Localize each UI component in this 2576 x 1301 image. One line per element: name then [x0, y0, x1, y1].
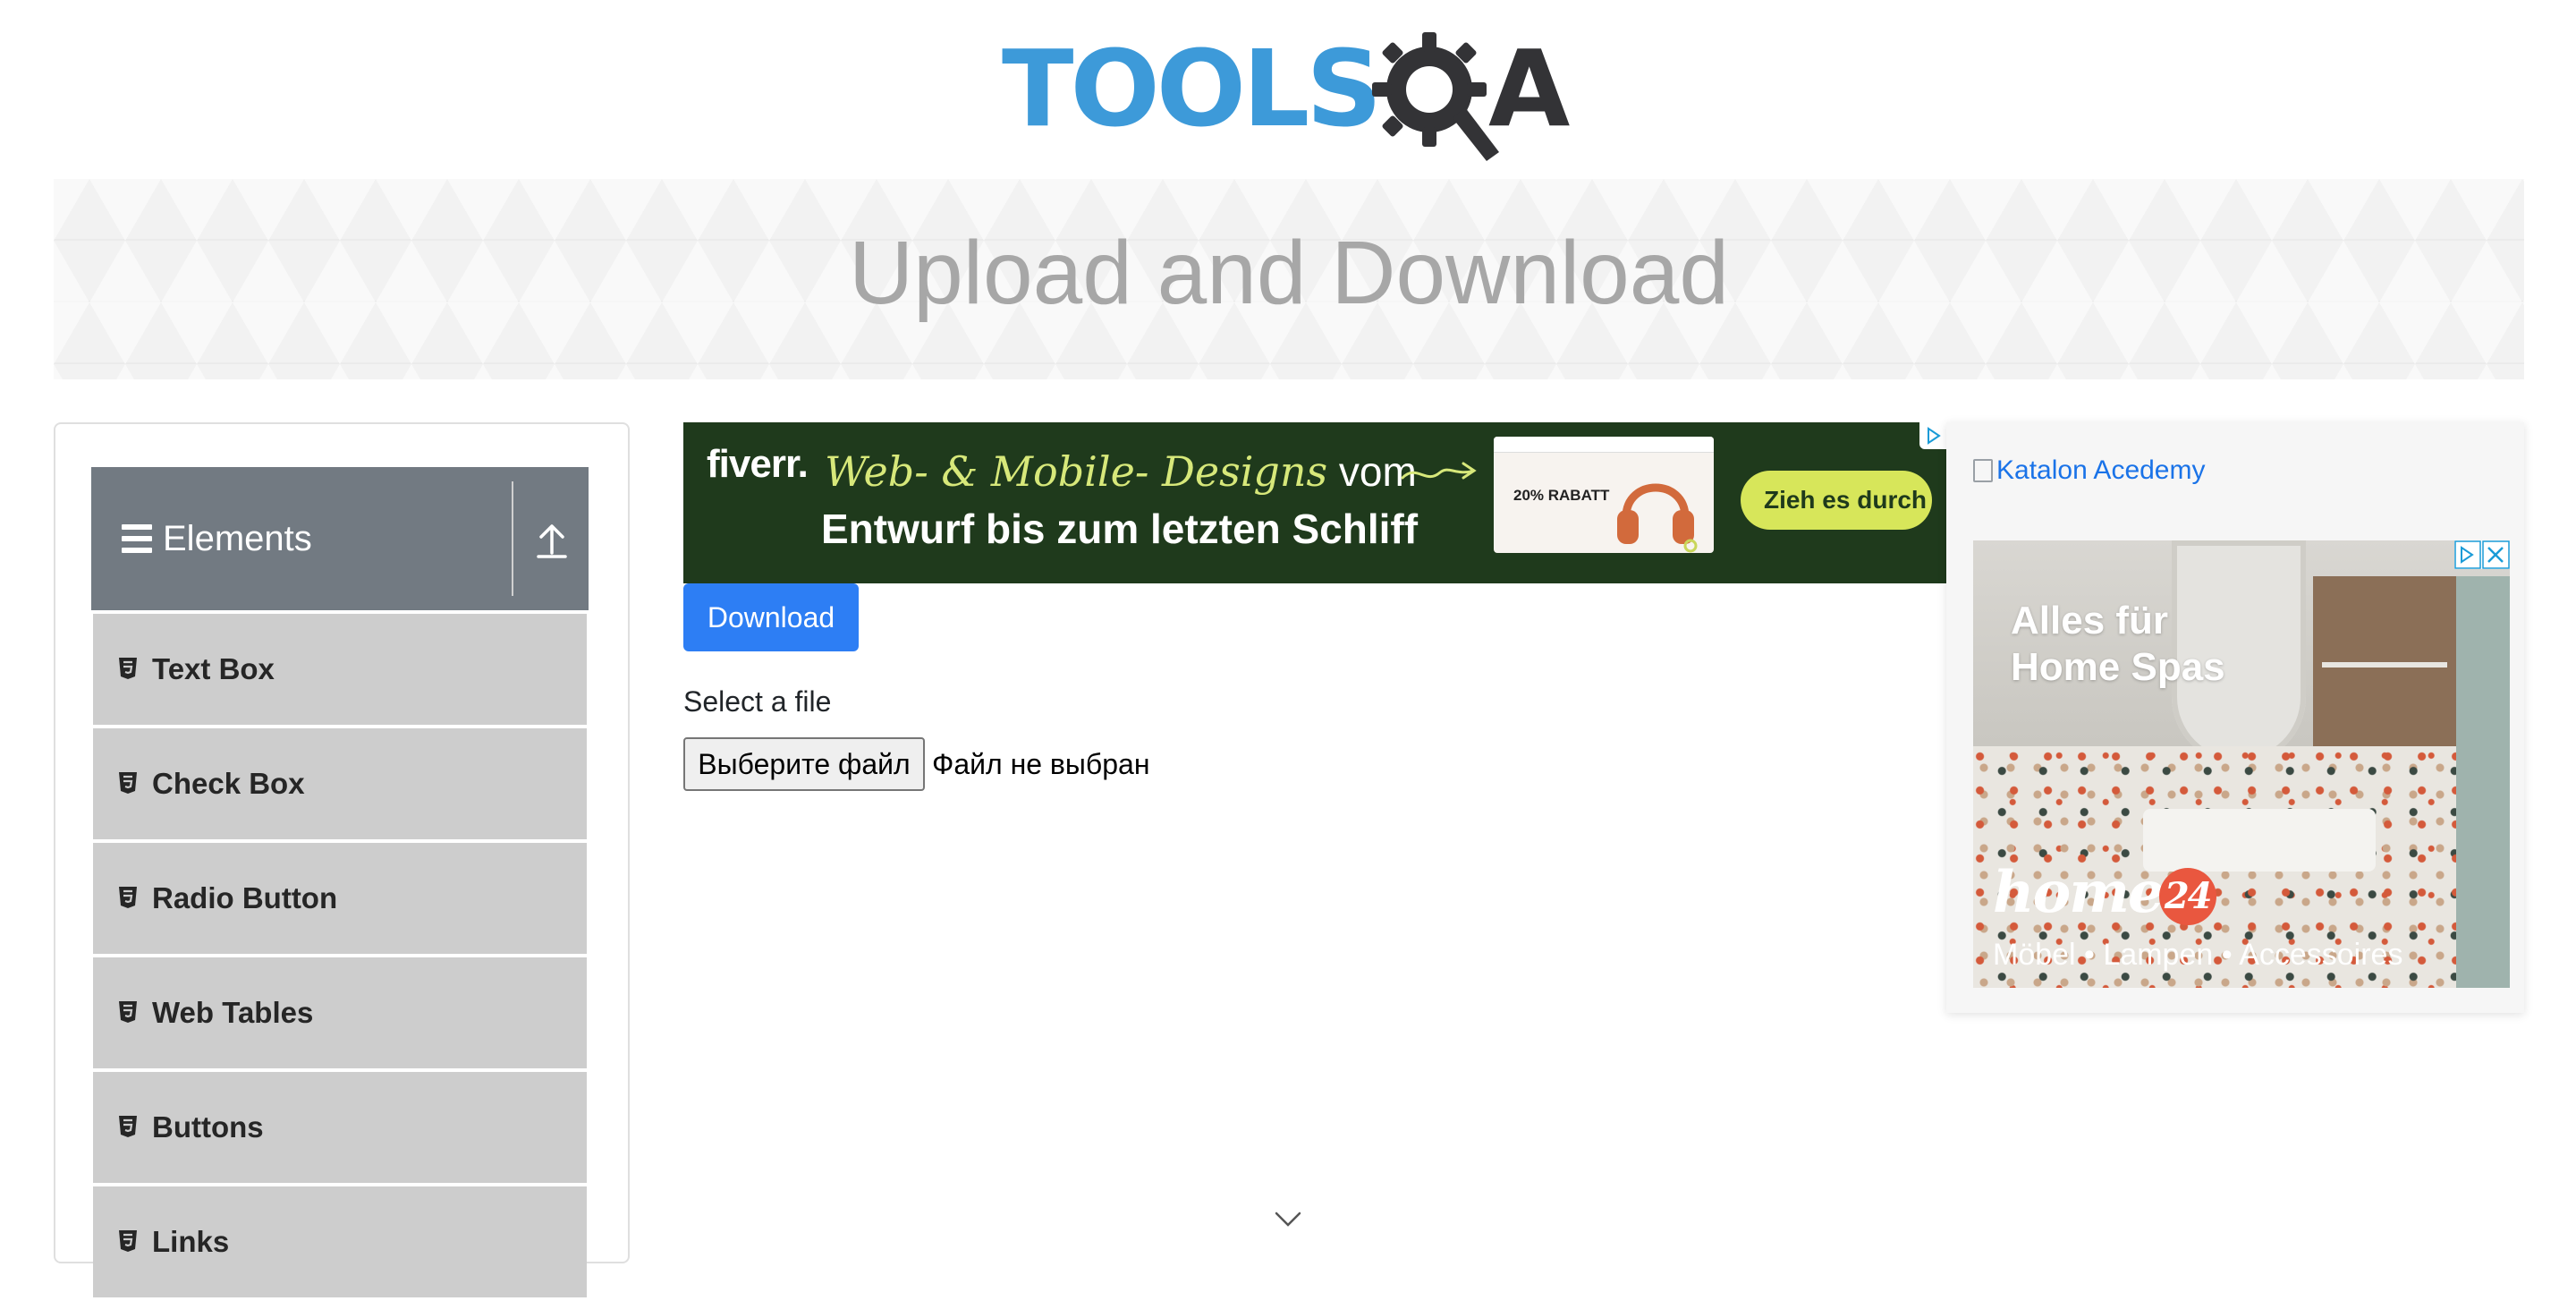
logo-text-a: A [1488, 27, 1571, 150]
html5-icon [119, 1230, 137, 1252]
squiggle-arrow-icon [1401, 462, 1477, 480]
elements-menu-list: Text Box Check Box Radio Button Web Tabl… [91, 614, 589, 1301]
logo-text-tools: TOOLS [1002, 27, 1382, 150]
adchoices-close-icon[interactable] [2454, 540, 2510, 569]
right-ad-column: Katalon Acedemy Alles für Home Spas home… [1946, 422, 2524, 1013]
left-sidebar: Elements Text Box Check Box Radio Button… [54, 422, 630, 1297]
fiverr-banner-ad[interactable]: fiverr. Web- & Mobile- Designs vom Entwu… [683, 422, 1946, 583]
toolsqa-logo[interactable]: TOOLS A [1002, 25, 1592, 165]
file-status-text: Файл не выбран [932, 748, 1150, 780]
html5-icon [119, 772, 137, 794]
html5-icon [119, 1001, 137, 1023]
ad-headline-script: Web- & Mobile- Designs [825, 447, 1328, 496]
menu-item-label: Web Tables [152, 996, 314, 1029]
menu-item-text-box[interactable]: Text Box [93, 614, 587, 725]
menu-item-label: Check Box [152, 767, 305, 800]
ad-headline-line2: Entwurf bis zum letzten Schliff [821, 506, 1419, 552]
broken-image-icon [1973, 459, 1993, 482]
header-divider [512, 481, 513, 596]
select-file-label: Select a file [683, 685, 832, 718]
group-title: Elements [163, 519, 312, 558]
home24-logo-text: home [1993, 859, 2165, 926]
menu-item-label: Radio Button [152, 881, 338, 914]
choose-file-button[interactable]: Выберите файл [683, 737, 925, 791]
elements-group-header[interactable]: Elements [91, 467, 589, 610]
menu-item-links[interactable]: Links [93, 1186, 587, 1297]
katalon-academy-link[interactable]: Katalon Acedemy [1973, 453, 2205, 489]
gear-magnifier-icon [1372, 32, 1499, 161]
html5-icon [119, 658, 137, 679]
home24-logo: home24 [1993, 859, 2216, 926]
download-button[interactable]: Download [683, 583, 859, 651]
ad-controls [2454, 540, 2510, 569]
adchoices-icon[interactable] [1919, 422, 1946, 449]
menu-item-web-tables[interactable]: Web Tables [93, 957, 587, 1068]
home24-tagline: Möbel • Lampen • Accessoires [1993, 938, 2403, 972]
menu-item-label: Text Box [152, 652, 275, 685]
home24-ad[interactable]: Alles für Home Spas home24 Möbel • Lampe… [1973, 540, 2510, 988]
home24-headline: Alles für Home Spas [2011, 599, 2225, 689]
ad-headline-line1: Web- & Mobile- Designs vom [825, 447, 1417, 496]
hamburger-icon [122, 524, 152, 553]
ad-product-mockup: 20% RABATT [1494, 437, 1714, 553]
ad-cta-button[interactable]: Zieh es durch [1741, 471, 1932, 530]
menu-item-buttons[interactable]: Buttons [93, 1072, 587, 1183]
collapse-arrow-up-icon[interactable] [530, 514, 574, 564]
page-banner: Upload and Download [54, 179, 2524, 379]
chevron-down-icon[interactable] [1274, 1210, 1302, 1229]
menu-item-label: Links [152, 1225, 230, 1258]
ad-shelf-image [2313, 576, 2456, 755]
page-title: Upload and Download [848, 223, 1730, 323]
home24-logo-badge: 24 [2158, 868, 2216, 925]
html5-icon [119, 887, 137, 908]
fiverr-logo: fiverr. [707, 442, 809, 486]
menu-item-radio-button[interactable]: Radio Button [93, 843, 587, 954]
html5-icon [119, 1116, 137, 1137]
headphones-image [1617, 483, 1698, 553]
menu-item-check-box[interactable]: Check Box [93, 728, 587, 839]
menu-item-label: Buttons [152, 1110, 264, 1144]
mockup-browser-bar [1494, 437, 1714, 453]
katalon-alt-text: Katalon Acedemy [1996, 455, 2206, 485]
ad-cabinet-image [2456, 576, 2510, 988]
ad-promo-text: 20% RABATT [1513, 487, 1610, 504]
